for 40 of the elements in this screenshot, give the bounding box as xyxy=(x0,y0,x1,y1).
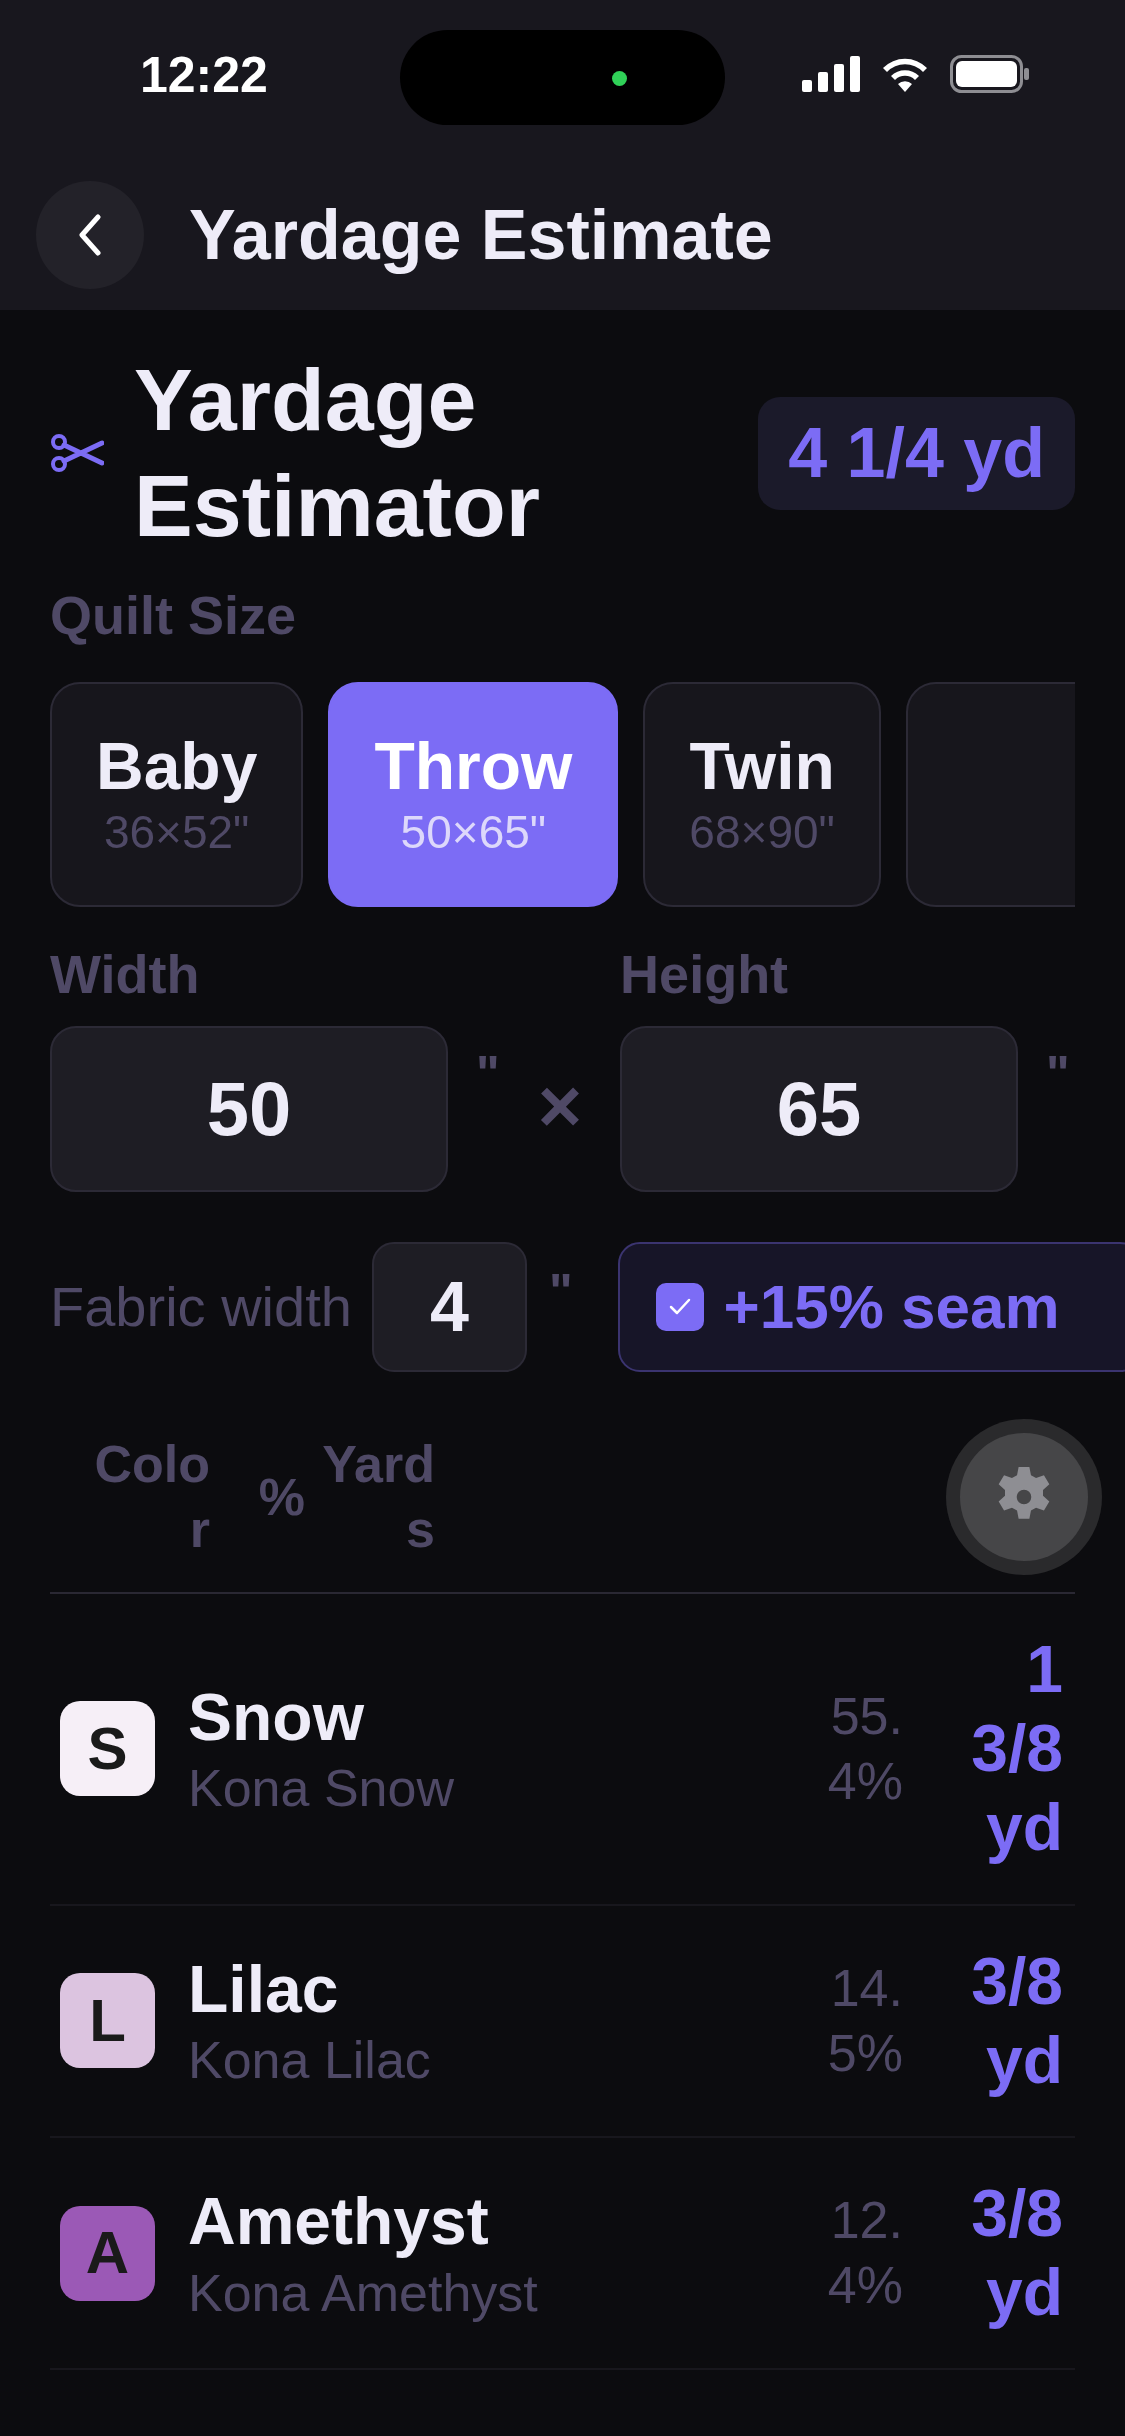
size-option[interactable]: Throw 50×65" xyxy=(328,682,619,907)
unit-label: " xyxy=(476,1045,500,1104)
status-time: 12:22 xyxy=(140,50,268,100)
checkmark-icon xyxy=(668,1298,691,1316)
column-header: % xyxy=(257,1466,305,1528)
seam-allowance-toggle[interactable]: +15% seam xyxy=(617,1242,1125,1372)
chevron-left-icon xyxy=(78,214,102,256)
field-label: Fabric width xyxy=(50,1279,352,1335)
yardage-value: 1 3/8 yd xyxy=(970,1631,1063,1867)
signal-icon xyxy=(802,56,860,92)
scissors-icon xyxy=(50,433,104,473)
color-name: Lilac xyxy=(188,1950,340,2028)
fabric-name: Kona Amethyst xyxy=(188,2262,539,2324)
fabric-name: Kona Lilac xyxy=(188,2030,432,2092)
percent-value: 12.4% xyxy=(826,2190,903,2317)
percent-value: 14.5% xyxy=(826,1957,903,2084)
color-swatch: A xyxy=(60,2205,155,2301)
column-header: Color xyxy=(93,1434,210,1560)
unit-label: " xyxy=(548,1267,573,1317)
number-field[interactable]: 50 xyxy=(50,1026,448,1192)
size-option[interactable]: Baby 36×52" xyxy=(50,682,304,907)
color-swatch: L xyxy=(60,1973,155,2069)
number-field[interactable]: 4 xyxy=(371,1242,527,1372)
times-sign: × xyxy=(537,1068,583,1144)
field-label: Width xyxy=(50,947,201,1001)
unit-label: " xyxy=(1046,1045,1070,1104)
percent-value: 55.4% xyxy=(826,1685,903,1812)
page-heading: Yardage Estimator xyxy=(134,349,541,557)
column-header: Yards xyxy=(321,1434,435,1560)
total-yardage-badge: 4 1/4 yd xyxy=(758,396,1075,510)
yardage-value: 3/8 yd xyxy=(970,2174,1063,2332)
number-field[interactable]: 65 xyxy=(620,1026,1019,1192)
fabric-name: Kona Snow xyxy=(188,1758,455,1820)
color-name: Snow xyxy=(188,1679,365,1756)
battery-icon xyxy=(950,55,1030,93)
color-name: Amethyst xyxy=(188,2183,490,2261)
color-swatch: S xyxy=(60,1701,155,1797)
yardage-value: 3/8 yd xyxy=(970,1942,1063,2099)
size-option[interactable]: Twin 68×90" xyxy=(643,682,881,907)
checkbox[interactable] xyxy=(655,1283,704,1331)
